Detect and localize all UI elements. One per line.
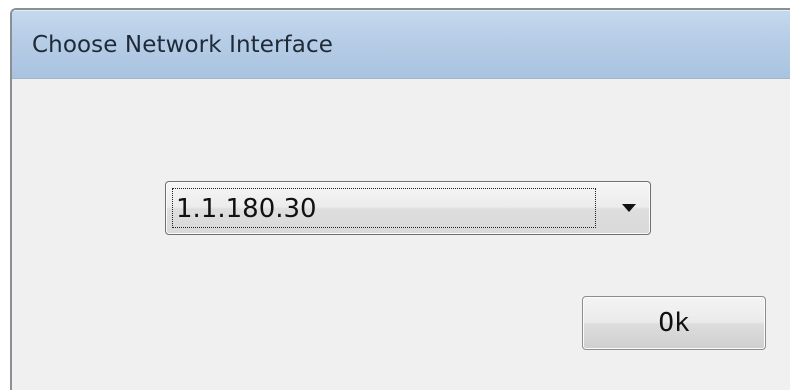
title-bar[interactable]: Choose Network Interface xyxy=(12,10,790,79)
dropdown-arrow-icon[interactable] xyxy=(622,204,636,212)
ok-button[interactable]: Ok xyxy=(582,296,766,350)
selected-network-interface: 1.1.180.30 xyxy=(176,194,317,224)
network-interface-dropdown[interactable]: 1.1.180.30 xyxy=(165,181,651,235)
choose-network-interface-dialog: Choose Network Interface 1.1.180.30 Ok xyxy=(10,8,790,390)
dialog-title: Choose Network Interface xyxy=(32,32,333,58)
dialog-content: 1.1.180.30 Ok xyxy=(12,79,790,390)
